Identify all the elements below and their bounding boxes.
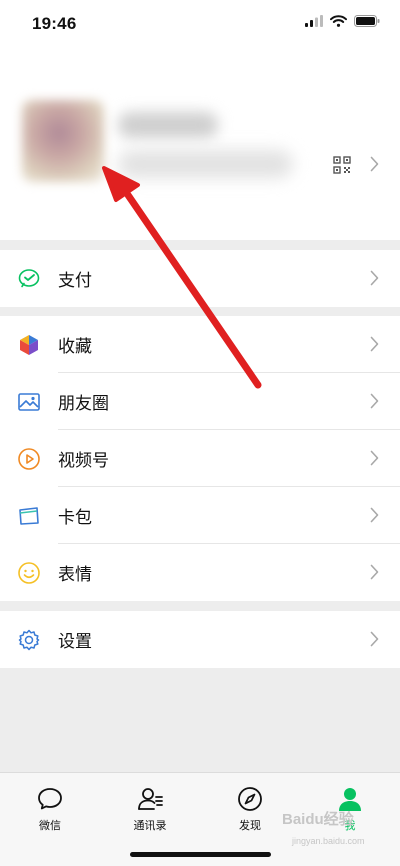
sticker-smile-icon bbox=[18, 562, 40, 584]
blurred-nickname bbox=[118, 112, 218, 138]
contacts-icon bbox=[138, 788, 163, 810]
menu-item-cards[interactable]: 卡包 bbox=[0, 487, 400, 544]
menu-item-settings[interactable]: 设置 bbox=[0, 611, 400, 668]
main-menu-section: 收藏 朋友圈 视频号 卡包 表情 bbox=[0, 316, 400, 601]
chevron-right-icon bbox=[370, 393, 379, 409]
chevron-right-icon bbox=[370, 564, 379, 580]
tab-label-contacts: 通讯录 bbox=[133, 820, 167, 832]
wechat-pay-icon bbox=[18, 269, 40, 288]
menu-label-pay: 支付 bbox=[58, 271, 92, 290]
moments-image-icon bbox=[18, 393, 40, 411]
channels-play-icon bbox=[18, 448, 40, 470]
baidu-watermark-url: jingyan.baidu.com bbox=[292, 836, 365, 846]
menu-item-channels[interactable]: 视频号 bbox=[0, 430, 400, 487]
chevron-right-icon bbox=[370, 450, 379, 466]
card-wallet-icon bbox=[19, 507, 39, 525]
tab-chats[interactable]: 微信 bbox=[10, 785, 90, 833]
menu-label-moments: 朋友圈 bbox=[58, 394, 109, 413]
menu-label-cards: 卡包 bbox=[58, 508, 92, 527]
menu-item-pay[interactable]: 支付 bbox=[0, 250, 400, 307]
status-icons bbox=[305, 15, 380, 27]
wifi-icon bbox=[330, 15, 347, 27]
chevron-right-icon bbox=[370, 507, 379, 523]
menu-item-stickers[interactable]: 表情 bbox=[0, 544, 400, 601]
profile-header[interactable] bbox=[0, 50, 400, 240]
cellular-signal-icon bbox=[305, 15, 323, 27]
avatar[interactable] bbox=[22, 100, 104, 182]
compass-icon bbox=[238, 787, 262, 811]
status-bar: 19:46 bbox=[0, 0, 400, 50]
chevron-right-icon bbox=[370, 631, 379, 647]
tab-discover[interactable]: 发现 bbox=[210, 785, 290, 833]
menu-item-favorites[interactable]: 收藏 bbox=[0, 316, 400, 373]
chat-bubble-icon bbox=[38, 788, 62, 810]
chevron-right-icon[interactable] bbox=[370, 156, 379, 172]
baidu-watermark: Baidu经验 bbox=[282, 811, 354, 828]
menu-item-moments[interactable]: 朋友圈 bbox=[0, 373, 400, 430]
tab-label-chats: 微信 bbox=[39, 820, 61, 832]
tab-label-discover: 发现 bbox=[239, 820, 261, 832]
menu-label-stickers: 表情 bbox=[58, 565, 92, 584]
qr-code-icon[interactable] bbox=[333, 156, 351, 174]
menu-label-favorites: 收藏 bbox=[58, 337, 92, 356]
battery-icon bbox=[354, 15, 380, 27]
menu-label-channels: 视频号 bbox=[58, 451, 109, 470]
menu-label-settings: 设置 bbox=[58, 632, 92, 651]
favorites-cube-icon bbox=[20, 335, 38, 355]
chevron-right-icon bbox=[370, 336, 379, 352]
pay-section: 支付 bbox=[0, 250, 400, 307]
settings-gear-icon bbox=[18, 629, 40, 651]
chevron-right-icon bbox=[370, 270, 379, 286]
tab-contacts[interactable]: 通讯录 bbox=[110, 785, 190, 833]
home-indicator bbox=[130, 852, 271, 857]
status-time: 19:46 bbox=[32, 14, 77, 33]
blurred-wechat-id bbox=[118, 150, 293, 178]
settings-section: 设置 bbox=[0, 611, 400, 668]
